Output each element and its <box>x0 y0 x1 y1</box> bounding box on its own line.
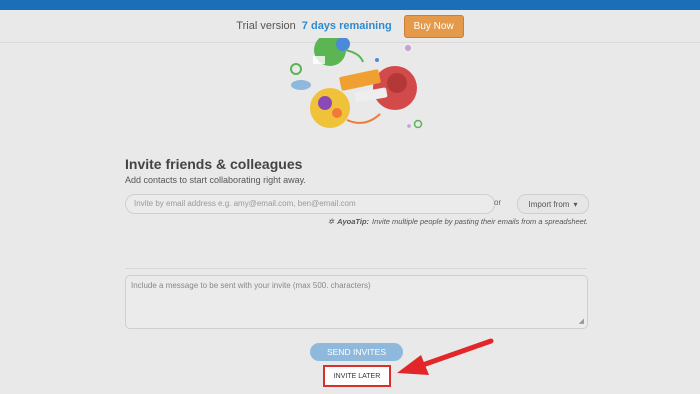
collaboration-illustration <box>290 38 423 129</box>
message-textarea[interactable]: Include a message to be sent with your i… <box>125 275 588 329</box>
tip-text: Invite multiple people by pasting their … <box>372 217 588 226</box>
ayoa-tip: ✲ AyoaTip: Invite multiple people by pas… <box>328 217 588 226</box>
invite-title: Invite friends & colleagues <box>125 156 303 172</box>
tip-label: AyoaTip: <box>337 217 370 226</box>
top-accent-bar <box>0 0 700 10</box>
invite-subtitle: Add contacts to start collaborating righ… <box>125 175 306 185</box>
import-from-button[interactable]: Import from ▾ <box>517 194 589 214</box>
lightbulb-icon: ✲ <box>327 217 335 226</box>
or-label: or <box>494 198 502 207</box>
chevron-down-icon: ▾ <box>573 199 578 209</box>
red-arrow-annotation <box>397 338 494 375</box>
send-invites-button[interactable]: SEND INVITES <box>310 343 403 361</box>
section-divider <box>125 268 587 269</box>
message-placeholder: Include a message to be sent with your i… <box>131 281 371 290</box>
trial-prefix: Trial version <box>236 20 296 32</box>
resize-handle-icon[interactable]: ◢ <box>579 317 584 325</box>
import-from-label: Import from <box>528 199 570 209</box>
trial-days-remaining: 7 days remaining <box>301 20 392 32</box>
buy-now-button[interactable]: Buy Now <box>403 14 464 38</box>
email-invite-input[interactable]: Invite by email address e.g. amy@email.c… <box>125 194 495 214</box>
invite-later-button[interactable]: INVITE LATER <box>323 365 391 387</box>
